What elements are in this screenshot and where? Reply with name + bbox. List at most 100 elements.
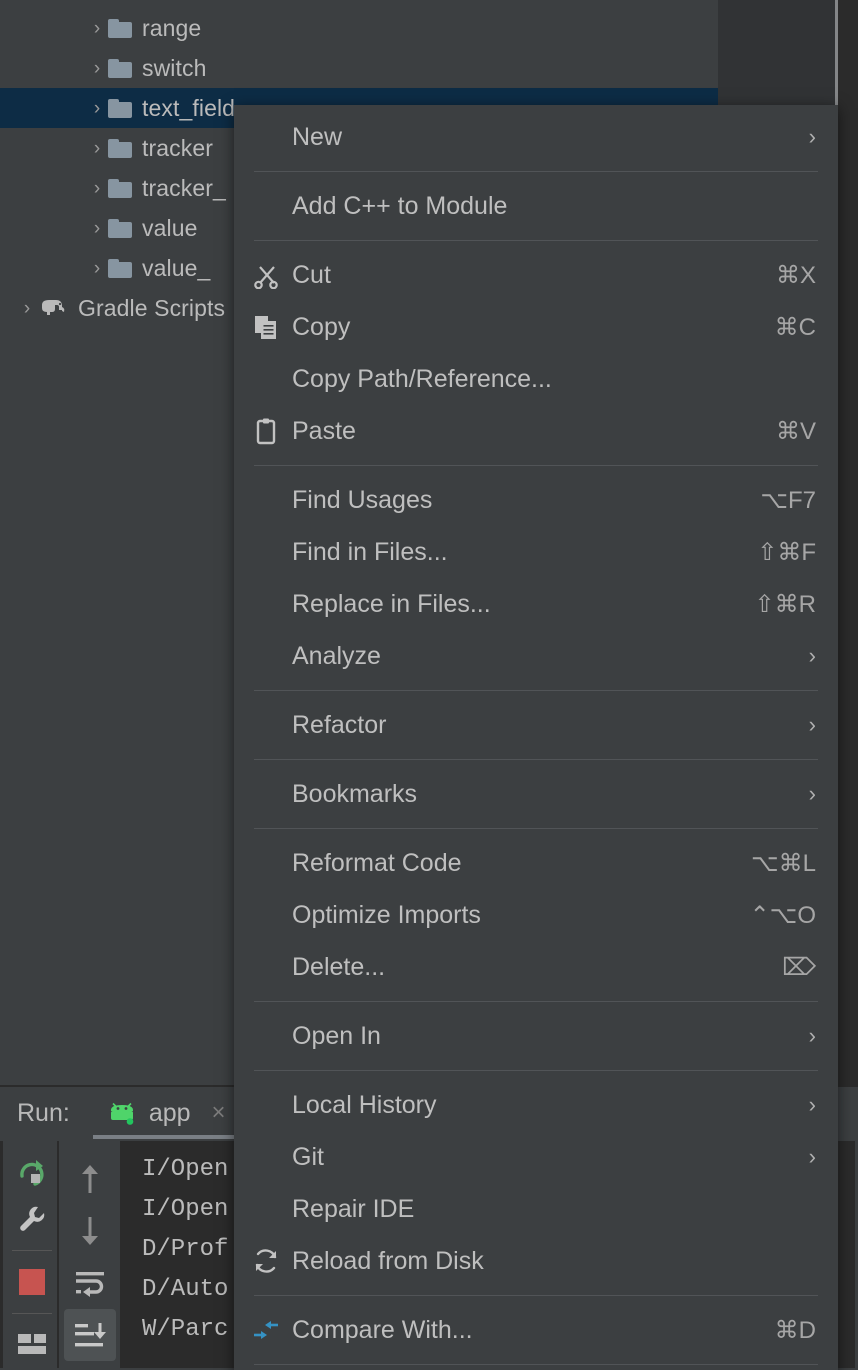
menu-item-repair-ide[interactable]: Repair IDE <box>234 1183 838 1235</box>
menu-separator <box>254 171 818 172</box>
tree-row[interactable]: › switch <box>0 48 718 88</box>
chevron-right-icon[interactable]: › <box>86 219 108 238</box>
up-button[interactable] <box>64 1153 116 1205</box>
menu-item-new[interactable]: New › <box>234 111 838 163</box>
copy-icon <box>252 313 292 341</box>
tree-item-label: tracker_ <box>142 174 226 201</box>
tree-item-label: Gradle Scripts <box>78 294 226 321</box>
menu-item-label: Replace in Files... <box>292 589 491 618</box>
menu-item-label: Analyze <box>292 641 381 670</box>
tree-item-label: text_field <box>142 94 236 121</box>
down-button[interactable] <box>64 1205 116 1257</box>
menu-item-local-history[interactable]: Local History › <box>234 1079 838 1131</box>
tree-row[interactable]: › range <box>0 8 718 48</box>
chevron-right-icon[interactable]: › <box>86 139 108 158</box>
menu-separator <box>254 1001 818 1002</box>
menu-item-label: Delete... <box>292 952 386 981</box>
tree-item-label: switch <box>142 54 207 81</box>
menu-item-open-in[interactable]: Open In › <box>234 1010 838 1062</box>
menu-item-shortcut: ⇧⌘R <box>754 590 816 618</box>
compare-icon <box>252 1316 292 1344</box>
menu-item-find-usages[interactable]: Find Usages ⌥F7 <box>234 474 838 526</box>
tree-item-label: range <box>142 14 202 41</box>
menu-item-label: New <box>292 122 343 151</box>
menu-separator <box>254 828 818 829</box>
menu-item-reformat-code[interactable]: Reformat Code ⌥⌘L <box>234 837 838 889</box>
menu-item-reload-from-disk[interactable]: Reload from Disk <box>234 1235 838 1287</box>
chevron-right-icon[interactable]: › <box>86 259 108 278</box>
menu-item-label: Cut <box>292 260 331 289</box>
soft-wrap-button[interactable] <box>64 1257 116 1309</box>
menu-separator <box>254 240 818 241</box>
menu-item-find-in-files[interactable]: Find in Files... ⇧⌘F <box>234 526 838 578</box>
menu-item-shortcut: ⌘X <box>775 261 816 289</box>
folder-icon <box>108 218 132 238</box>
context-menu: New › Add C++ to Module Cut ⌘X Copy ⌘C Copy Pat… <box>234 105 838 1370</box>
menu-item-cut[interactable]: Cut ⌘X <box>234 249 838 301</box>
tree-item-icon <box>108 58 132 78</box>
folder-icon <box>108 258 132 278</box>
menu-item-shortcut: ⌘C <box>774 313 816 341</box>
menu-item-label: Local History <box>292 1090 437 1119</box>
menu-item-analyze[interactable]: Analyze › <box>234 630 838 682</box>
menu-item-label: Bookmarks <box>292 779 418 808</box>
menu-item-copy[interactable]: Copy ⌘C <box>234 301 838 353</box>
tree-item-icon <box>38 297 68 319</box>
tree-item-icon <box>108 18 132 38</box>
menu-item-shortcut: ⌥F7 <box>760 486 816 514</box>
menu-item-delete[interactable]: Delete... ⌦ <box>234 941 838 993</box>
screen: › range › switch › text_field › tracker › tracker… <box>0 0 858 1370</box>
stop-button[interactable] <box>6 1259 58 1305</box>
tree-item-icon <box>108 218 132 238</box>
run-toolbar-primary <box>3 1141 60 1368</box>
edit-configurations-button[interactable] <box>6 1196 58 1242</box>
menu-item-bookmarks[interactable]: Bookmarks › <box>234 768 838 820</box>
folder-icon <box>108 138 132 158</box>
menu-item-label: Reload from Disk <box>292 1246 484 1275</box>
menu-item-paste[interactable]: Paste ⌘V <box>234 405 838 457</box>
tree-row[interactable] <box>0 0 718 8</box>
menu-item-shortcut: ⇧⌘F <box>757 538 816 566</box>
run-tab-label: app <box>148 1098 191 1127</box>
run-toolbar-secondary <box>60 1141 120 1368</box>
menu-item-label: Find Usages <box>292 485 433 514</box>
menu-item-refactor[interactable]: Refactor › <box>234 699 838 751</box>
menu-item-shortcut: ⌥⌘L <box>750 849 816 877</box>
tree-item-label: tracker <box>142 134 213 161</box>
scroll-to-end-button[interactable] <box>64 1309 116 1361</box>
folder-icon <box>108 98 132 118</box>
toolbar-separator <box>11 1250 52 1252</box>
menu-separator <box>254 1070 818 1071</box>
menu-item-git[interactable]: Git › <box>234 1131 838 1183</box>
chevron-right-icon: › <box>808 1023 816 1048</box>
chevron-right-icon[interactable]: › <box>86 99 108 118</box>
menu-item-copy-path-reference[interactable]: Copy Path/Reference... <box>234 353 838 405</box>
menu-item-label: Optimize Imports <box>292 900 481 929</box>
menu-item-replace-in-files[interactable]: Replace in Files... ⇧⌘R <box>234 578 838 630</box>
layout-settings-button[interactable] <box>6 1322 58 1368</box>
menu-item-label: Refactor <box>292 710 387 739</box>
chevron-right-icon[interactable]: › <box>86 179 108 198</box>
rerun-button[interactable] <box>6 1150 58 1196</box>
menu-item-add-c-to-module[interactable]: Add C++ to Module <box>234 180 838 232</box>
android-robot-icon <box>106 1101 138 1125</box>
right-tool-strip <box>838 0 858 1085</box>
chevron-right-icon: › <box>808 124 816 149</box>
chevron-right-icon[interactable]: › <box>86 59 108 78</box>
menu-item-compare-with[interactable]: Compare With... ⌘D <box>234 1304 838 1356</box>
chevron-right-icon: › <box>808 643 816 668</box>
menu-item-shortcut: ⌦ <box>782 953 816 981</box>
folder-icon <box>108 18 132 38</box>
menu-item-shortcut: ⌘D <box>774 1316 816 1344</box>
tree-item-label: value <box>142 214 198 241</box>
chevron-right-icon: › <box>808 712 816 737</box>
tree-item-label: value_ <box>142 254 211 281</box>
gradle-elephant-icon <box>38 297 68 319</box>
chevron-right-icon[interactable]: › <box>86 19 108 38</box>
tree-item-icon <box>108 178 132 198</box>
run-tab-app[interactable]: app × <box>106 1099 226 1128</box>
close-icon[interactable]: × <box>212 1099 226 1127</box>
menu-item-label: Copy <box>292 312 351 341</box>
chevron-right-icon[interactable]: › <box>16 299 38 318</box>
menu-item-optimize-imports[interactable]: Optimize Imports ⌃⌥O <box>234 889 838 941</box>
